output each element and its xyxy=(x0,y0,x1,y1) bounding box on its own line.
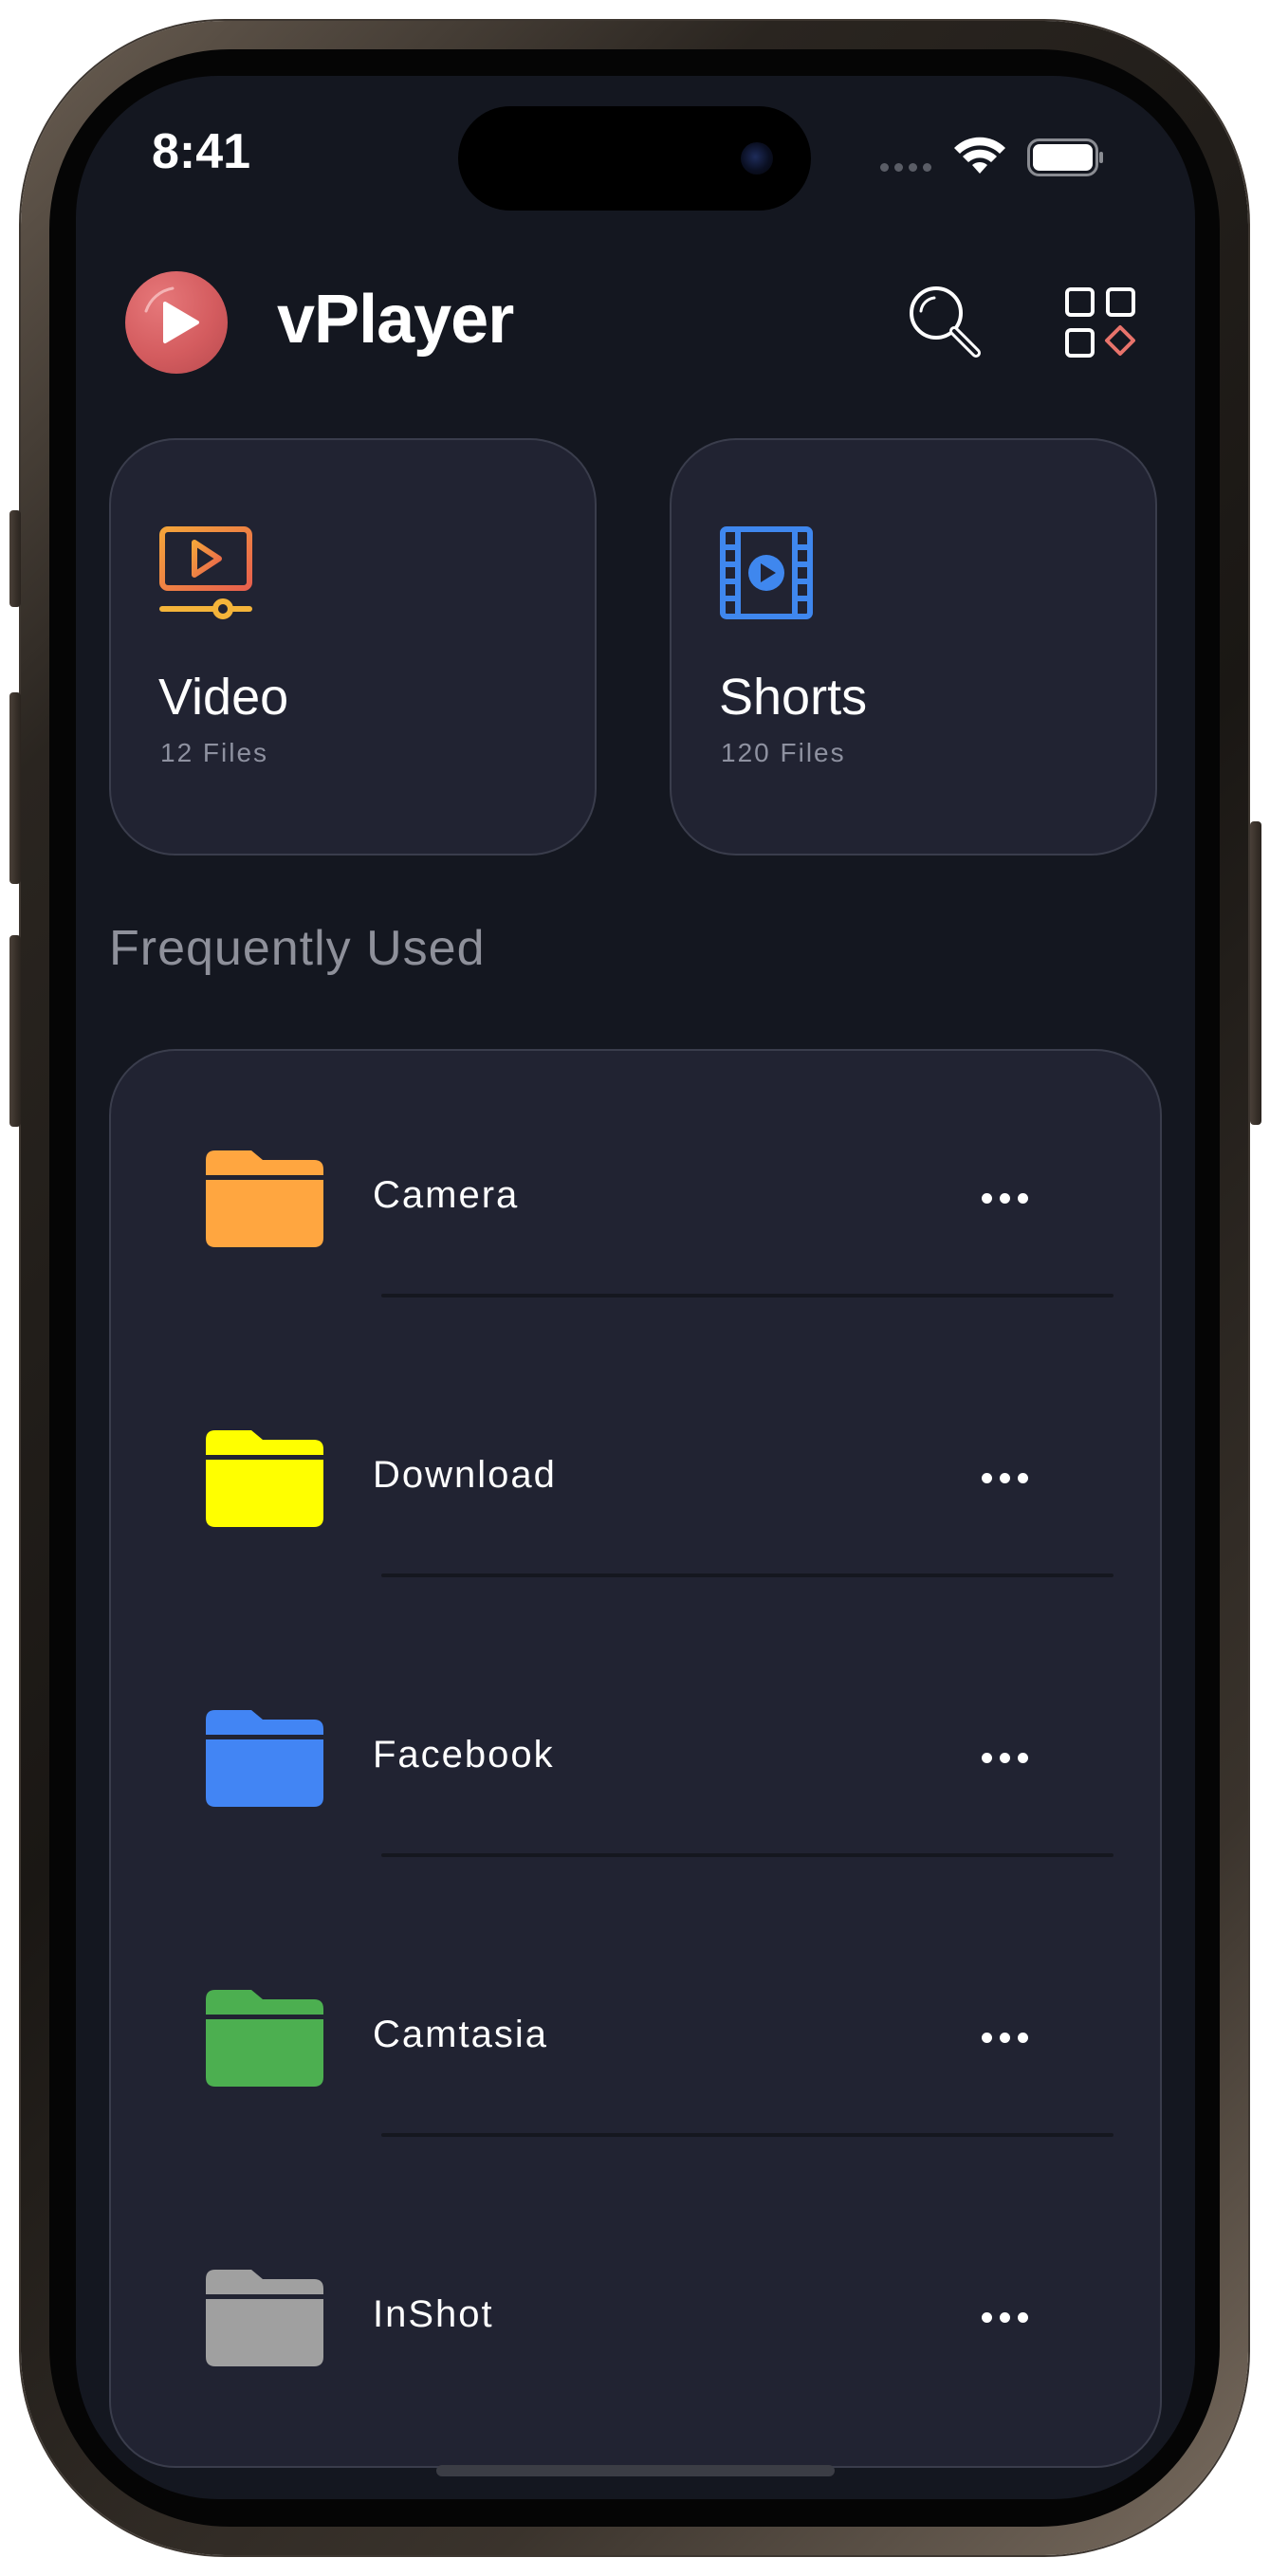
signal-icon xyxy=(880,163,931,172)
search-icon[interactable] xyxy=(906,283,984,360)
list-item[interactable]: Facebook xyxy=(111,1610,1160,1890)
status-time: 8:41 xyxy=(152,124,251,179)
video-player-icon xyxy=(159,526,252,619)
more-options-icon[interactable] xyxy=(976,1745,1033,1770)
folder-name: Camtasia xyxy=(373,2014,548,2055)
volume-up-button xyxy=(9,692,21,884)
power-button xyxy=(1250,821,1261,1125)
folder-name: InShot xyxy=(373,2293,494,2335)
wifi-icon xyxy=(954,137,1005,174)
shorts-category-card[interactable]: Shorts 120 Files xyxy=(670,438,1157,856)
folder-icon xyxy=(206,1150,323,1247)
folder-name: Camera xyxy=(373,1174,520,1216)
folder-name: Facebook xyxy=(373,1734,555,1776)
more-options-icon[interactable] xyxy=(976,2025,1033,2050)
list-item[interactable]: Download xyxy=(111,1331,1160,1610)
divider xyxy=(381,1573,1114,1577)
more-options-icon[interactable] xyxy=(976,2305,1033,2329)
app-logo xyxy=(125,271,228,374)
card-file-count: 12 Files xyxy=(160,738,269,767)
dynamic-island xyxy=(458,106,811,211)
card-file-count: 120 Files xyxy=(721,738,846,767)
card-title: Shorts xyxy=(719,669,868,726)
categories-icon[interactable] xyxy=(1064,286,1138,360)
divider xyxy=(381,1853,1114,1857)
more-options-icon[interactable] xyxy=(976,1186,1033,1210)
divider xyxy=(381,2133,1114,2137)
play-icon xyxy=(144,286,199,343)
front-camera xyxy=(741,142,773,175)
list-item[interactable]: InShot xyxy=(111,2170,1160,2450)
battery-icon xyxy=(1027,138,1103,176)
more-options-icon[interactable] xyxy=(976,1465,1033,1490)
action-button xyxy=(9,510,21,607)
card-title: Video xyxy=(158,669,289,726)
folder-icon xyxy=(206,2270,323,2366)
film-reel-icon xyxy=(720,526,813,619)
folder-icon xyxy=(206,1710,323,1807)
folder-icon xyxy=(206,1430,323,1527)
app-title: vPlayer xyxy=(277,282,514,358)
video-category-card[interactable]: Video 12 Files xyxy=(109,438,597,856)
folder-list: Camera Download Facebook Camtasia InShot xyxy=(109,1049,1162,2468)
section-title: Frequently Used xyxy=(109,921,486,976)
list-item[interactable]: Camtasia xyxy=(111,1890,1160,2170)
list-item[interactable]: Camera xyxy=(111,1051,1160,1331)
folder-icon xyxy=(206,1990,323,2087)
divider xyxy=(381,1294,1114,1297)
folder-name: Download xyxy=(373,1454,557,1496)
home-indicator[interactable] xyxy=(436,2465,835,2476)
volume-down-button xyxy=(9,935,21,1127)
